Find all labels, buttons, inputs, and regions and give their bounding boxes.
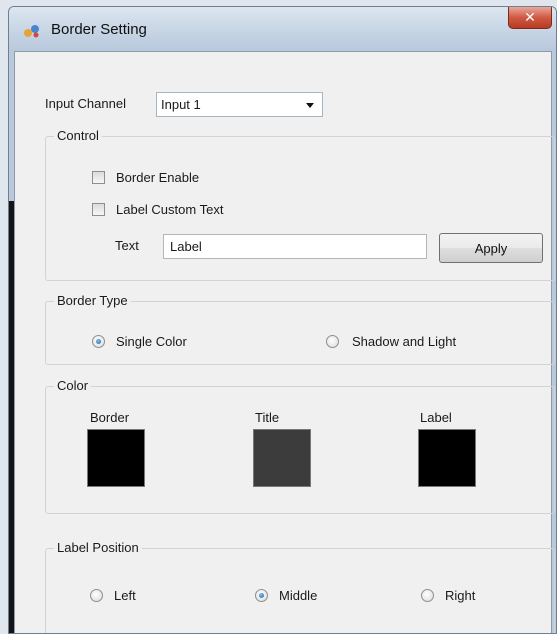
custom-text-input-box — [163, 234, 427, 259]
border-type-group-title: Border Type — [54, 293, 131, 308]
chevron-down-icon — [306, 103, 314, 108]
border-enable-checkbox[interactable] — [92, 171, 105, 184]
input-channel-label: Input Channel — [45, 96, 126, 111]
border-color-swatch[interactable] — [87, 429, 145, 487]
border-type-shadow-light-label: Shadow and Light — [352, 334, 457, 349]
border-type-single-color-radio[interactable] — [92, 335, 105, 348]
input-channel-value: Input 1 — [161, 97, 201, 112]
title-color-label: Title — [255, 410, 280, 425]
custom-text-input[interactable] — [164, 235, 426, 258]
label-position-right-radio[interactable] — [421, 589, 434, 602]
close-button[interactable]: ✕ — [508, 7, 552, 29]
border-type-shadow-light-radio[interactable] — [326, 335, 339, 348]
border-color-label: Border — [90, 410, 130, 425]
label-custom-text-checkbox[interactable] — [92, 203, 105, 216]
title-bar[interactable]: Border Setting ✕ — [9, 7, 556, 51]
text-field-label: Text — [115, 238, 139, 253]
border-enable-label: Border Enable — [116, 170, 200, 185]
label-custom-text-label: Label Custom Text — [116, 202, 224, 217]
label-position-left-label: Left — [114, 588, 136, 603]
label-position-group-title: Label Position — [54, 540, 142, 555]
label-position-middle-label: Middle — [279, 588, 318, 603]
border-setting-window: Border Setting ✕ Input Channel Input 1 C… — [8, 6, 557, 634]
border-type-single-color-label: Single Color — [116, 334, 187, 349]
dialog-client-area: Input Channel Input 1 Control Border Ena… — [14, 51, 555, 633]
window-title: Border Setting — [51, 21, 147, 38]
title-color-swatch[interactable] — [253, 429, 311, 487]
app-icon — [24, 25, 39, 38]
label-position-right-label: Right — [445, 588, 476, 603]
label-position-middle-radio[interactable] — [255, 589, 268, 602]
input-channel-dropdown[interactable]: Input 1 — [156, 92, 323, 117]
label-color-swatch[interactable] — [418, 429, 476, 487]
color-group-title: Color — [54, 378, 92, 393]
label-position-left-radio[interactable] — [90, 589, 103, 602]
label-color-label: Label — [420, 410, 452, 425]
apply-button[interactable]: Apply — [439, 233, 543, 263]
control-group-title: Control — [54, 128, 102, 143]
border-type-group: Border Type — [45, 293, 555, 365]
close-icon: ✕ — [524, 9, 536, 25]
